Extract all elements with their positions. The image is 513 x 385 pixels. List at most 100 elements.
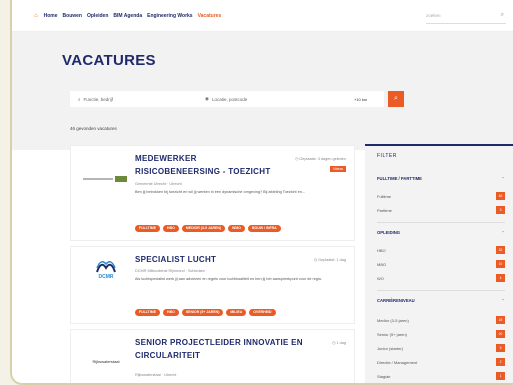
- vacancy-title-line: SPECIALIST LUCHT: [135, 255, 217, 264]
- top-navigation: ⌂ Home Bouwen Opleiden BIM Agenda Engine…: [12, 0, 513, 32]
- nav-opleiden[interactable]: Opleiden: [87, 13, 108, 19]
- tag[interactable]: HBO: [163, 225, 179, 232]
- search-button[interactable]: ⌕: [388, 91, 404, 107]
- filter-count-badge: 4: [496, 274, 505, 282]
- filter-option[interactable]: HBO 32: [377, 246, 505, 254]
- filter-group-fulltime-parttime[interactable]: FULLTIME / PARTTIME ⌃: [377, 176, 505, 181]
- logo-text: Rijkswaterstaat: [92, 358, 120, 364]
- location-placeholder: Locatie, postcode: [211, 96, 248, 102]
- filter-panel: FILTER FULLTIME / PARTTIME ⌃ Fulltime 46…: [365, 144, 513, 383]
- filter-option[interactable]: MBO 10: [377, 260, 505, 268]
- vacancy-title[interactable]: SENIOR PROJECTLEIDER INNOVATIE EN CIRCUL…: [135, 336, 303, 362]
- filter-count-badge: 1: [496, 372, 505, 380]
- location-input[interactable]: ◉ Locatie, postcode: [205, 96, 354, 102]
- filter-option[interactable]: Fulltime 46: [377, 192, 505, 200]
- filter-option[interactable]: Medior (3-5 jaren) 18: [377, 316, 505, 324]
- main-nav: ⌂ Home Bouwen Opleiden BIM Agenda Engine…: [34, 13, 221, 19]
- filter-divider: [377, 222, 505, 223]
- vacancy-card[interactable]: DCMR SPECIALIST LUCHT ◷ Geplaatst: 1 dag…: [70, 246, 355, 324]
- filter-option[interactable]: Stagiair 1: [377, 372, 505, 380]
- company-logo: Rijkswaterstaat: [81, 344, 131, 378]
- filter-count-badge: 2: [496, 358, 505, 366]
- radius-select[interactable]: +10 km: [354, 97, 384, 102]
- tag[interactable]: MEDIOR (3-5 JAREN): [181, 225, 226, 232]
- filter-title: FILTER: [377, 153, 397, 159]
- tag[interactable]: FULLTIME: [135, 225, 161, 232]
- vacancy-search-bar: ⌕ Functie, bedrijf ◉ Locatie, postcode +…: [70, 91, 384, 107]
- query-input[interactable]: ⌕ Functie, bedrijf: [70, 97, 205, 102]
- nav-bouwen[interactable]: Bouwen: [63, 13, 82, 19]
- nav-bim-agenda[interactable]: BIM Agenda: [113, 13, 142, 19]
- filter-group-label: FULLTIME / PARTTIME: [377, 176, 422, 181]
- filter-option-label: HBO: [377, 248, 386, 253]
- filter-option-label: Stagiair: [377, 374, 391, 379]
- vacancy-title[interactable]: SPECIALIST LUCHT: [135, 253, 216, 266]
- posted-date: ◷ Geplaatst: 3 dagen geleden: [294, 157, 346, 161]
- filter-option-label: MBO: [377, 262, 387, 267]
- tag[interactable]: WMO: [228, 225, 245, 232]
- filter-option[interactable]: Parttime 3: [377, 206, 505, 214]
- vacancy-title-line: CIRCULARITEIT: [135, 351, 201, 360]
- vacancy-title[interactable]: MEDEWERKER RISICOBENEERSING - TOEZICHT: [135, 152, 271, 178]
- tag-list: FULLTIME HBO MEDIOR (3-5 JAREN) WMO BOUW…: [135, 225, 281, 232]
- vacancy-title-line: SENIOR PROJECTLEIDER INNOVATIE EN: [135, 338, 303, 347]
- filter-option-label: WO: [377, 276, 384, 281]
- posted-date-text: Geplaatst: 3 dagen geleden: [299, 157, 346, 161]
- vacancy-card[interactable]: MEDEWERKER RISICOBENEERSING - TOEZICHT ◷…: [70, 145, 355, 241]
- nav-engineering-works[interactable]: Engineering Works: [147, 13, 192, 19]
- chevron-up-icon[interactable]: ⌃: [501, 176, 505, 181]
- site-search-input[interactable]: zoeken ⌕: [426, 10, 506, 24]
- filter-count-badge: 20: [496, 330, 505, 338]
- vacancy-title-line: RISICOBENEERSING - TOEZICHT: [135, 167, 271, 176]
- company-logo: DCMR: [81, 253, 131, 287]
- filter-group-label: CARRIÈRENIVEAU: [377, 298, 415, 303]
- filter-option-label: Medior (3-5 jaren): [377, 318, 409, 323]
- filter-group-carriereniveau[interactable]: CARRIÈRENIVEAU ⌃: [377, 298, 505, 303]
- filter-option[interactable]: Junior (starter) 5: [377, 344, 505, 352]
- chevron-up-icon[interactable]: ⌃: [501, 298, 505, 303]
- vacancy-description: Ben jij betrokken bij toezicht en wil ji…: [135, 190, 306, 194]
- dcmr-logo-icon: [96, 261, 116, 273]
- tag[interactable]: FULLTIME: [135, 309, 161, 316]
- filter-count-badge: 5: [496, 344, 505, 352]
- filter-option-label: Parttime: [377, 208, 392, 213]
- vacancy-meta: Gemeente Utrecht · Utrecht: [135, 182, 182, 186]
- filter-option-label: Fulltime: [377, 194, 392, 199]
- filter-divider: [377, 290, 505, 291]
- tag[interactable]: SENIOR (5+ JAREN): [181, 309, 224, 316]
- posted-date: ◷ 1 dag: [332, 341, 346, 345]
- filter-option-label: Directie / Management: [377, 360, 418, 365]
- filter-count-badge: 46: [496, 192, 505, 200]
- posted-date: ◷ Geplaatst: 1 dag: [313, 258, 346, 262]
- results-count: 46 gevonden vacatures: [70, 126, 117, 131]
- logo-text: DCMR: [98, 274, 114, 280]
- tag[interactable]: MILIEU: [226, 309, 247, 316]
- nav-home[interactable]: Home: [44, 13, 58, 19]
- chevron-up-icon[interactable]: ⌃: [501, 230, 505, 235]
- filter-group-opleiding[interactable]: OPLEIDING ⌃: [377, 230, 505, 235]
- page-margin: [0, 0, 10, 385]
- vacancy-meta: Rijkswaterstaat · Utrecht: [135, 373, 177, 377]
- filter-count-badge: 3: [496, 206, 505, 214]
- filter-group-label: OPLEIDING: [377, 230, 401, 235]
- nav-vacatures[interactable]: Vacatures: [198, 13, 222, 19]
- location-pin-icon: ◉: [205, 96, 209, 101]
- filter-option[interactable]: Senior (5+ jaren) 20: [377, 330, 505, 338]
- page-title: VACATURES: [62, 52, 156, 69]
- vacancy-title-line: MEDEWERKER: [135, 154, 197, 163]
- filter-count-badge: 18: [496, 316, 505, 324]
- new-badge: Nieuw: [330, 166, 346, 172]
- posted-date-text: Geplaatst: 1 dag: [318, 258, 346, 262]
- home-icon[interactable]: ⌂: [34, 13, 38, 19]
- vacancy-card[interactable]: Rijkswaterstaat SENIOR PROJECTLEIDER INN…: [70, 329, 355, 383]
- tag[interactable]: OVERHEID: [249, 309, 276, 316]
- filter-count-badge: 32: [496, 246, 505, 254]
- posted-date-text: 1 dag: [336, 341, 346, 345]
- vacancy-description: Als luchtspecialist werk jij aan advieze…: [135, 277, 322, 281]
- tag[interactable]: HBO: [163, 309, 179, 316]
- search-icon[interactable]: ⌕: [501, 12, 504, 19]
- tag-list: FULLTIME HBO SENIOR (5+ JAREN) MILIEU OV…: [135, 309, 276, 316]
- tag[interactable]: BOUW / INFRA: [247, 225, 281, 232]
- filter-option[interactable]: Directie / Management 2: [377, 358, 505, 366]
- filter-option[interactable]: WO 4: [377, 274, 505, 282]
